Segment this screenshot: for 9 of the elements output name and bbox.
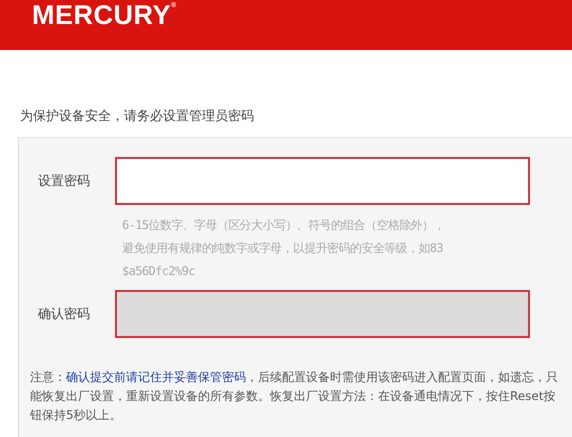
hint-text: $a56Dfc2%9c [122,263,196,280]
field-label: 设置密码 [37,173,91,190]
intro-text: 为保护设备安全，请务必设置管理员密码 [20,109,255,125]
hint-text: 避免使用有规律的纯数字或字母，以提升密码的安全等级，如83 [122,240,444,257]
note-text: 注意：确认提交前请记住并妥善保管密码，后续配置设备时需使用该密码进入配置页面，如遗忘，只能恢复出厂设置，重新设置设备的所有参数。恢复出厂设置方法：在设备通电情况下，按住Reset按钮保持5秒以上。 [30,369,559,424]
logo: MERCURY$^{®}$ [32,2,177,29]
field-label: 确认密码 [37,306,91,323]
password-field[interactable] [115,157,530,205]
hint-text: 6-15位数字、字母（区分大小写）、符号的组合（空格除外）， [122,217,446,234]
